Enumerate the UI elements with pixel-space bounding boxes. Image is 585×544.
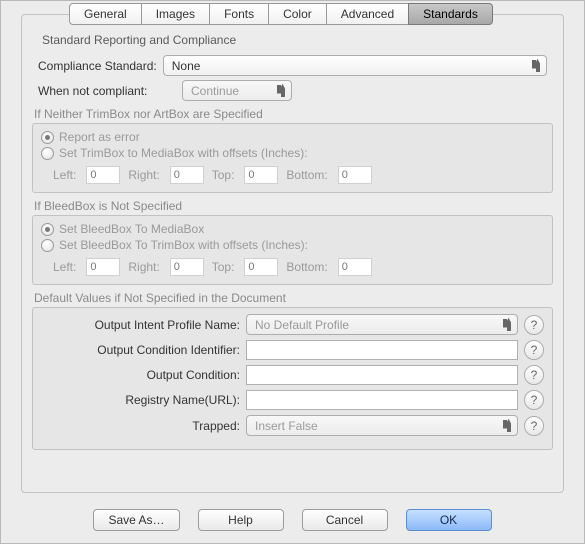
trimbox-left-label: Left:: [53, 168, 76, 182]
bleedbox-left-input[interactable]: [86, 258, 120, 276]
chevron-up-down-icon: ▲▼: [278, 83, 287, 97]
defaults-section-title: Default Values if Not Specified in the D…: [34, 291, 553, 305]
radio-report-as-error[interactable]: [41, 131, 54, 144]
when-not-compliant-select[interactable]: Continue ▲▼: [182, 80, 292, 101]
output-condition-id-label: Output Condition Identifier:: [41, 343, 246, 357]
tab-images[interactable]: Images: [141, 3, 210, 25]
output-condition-input[interactable]: [246, 365, 518, 385]
help-condition-button[interactable]: ?: [524, 365, 544, 385]
tab-fonts[interactable]: Fonts: [209, 3, 269, 25]
trimbox-left-input[interactable]: [86, 166, 120, 184]
help-registry-button[interactable]: ?: [524, 390, 544, 410]
radio-bleedbox-trimbox-label: Set BleedBox To TrimBox with offsets (In…: [59, 238, 308, 252]
bleedbox-right-input[interactable]: [170, 258, 204, 276]
trapped-value: Insert False: [255, 419, 318, 433]
radio-bleedbox-mediabox-label: Set BleedBox To MediaBox: [59, 222, 204, 236]
trapped-select[interactable]: Insert False ▲▼: [246, 415, 518, 436]
chevron-up-down-icon: ▲▼: [504, 317, 513, 331]
help-condition-id-button[interactable]: ?: [524, 340, 544, 360]
output-condition-id-input[interactable]: [246, 340, 518, 360]
bleedbox-panel: Set BleedBox To MediaBox Set BleedBox To…: [32, 215, 553, 285]
tab-standards[interactable]: Standards: [408, 3, 493, 25]
trapped-label: Trapped:: [41, 419, 246, 433]
trimbox-right-label: Right:: [128, 168, 159, 182]
group-title: Standard Reporting and Compliance: [38, 33, 240, 47]
radio-bleedbox-mediabox[interactable]: [41, 223, 54, 236]
bleedbox-section-title: If BleedBox is Not Specified: [34, 199, 553, 213]
trimbox-panel: Report as error Set TrimBox to MediaBox …: [32, 123, 553, 193]
trimbox-right-input[interactable]: [170, 166, 204, 184]
cancel-button[interactable]: Cancel: [302, 509, 388, 531]
help-trapped-button[interactable]: ?: [524, 416, 544, 436]
chevron-up-down-icon: ▲▼: [504, 418, 513, 432]
compliance-standard-value: None: [172, 59, 201, 73]
bleedbox-bottom-input[interactable]: [338, 258, 372, 276]
tab-bar: General Images Fonts Color Advanced Stan…: [69, 3, 524, 25]
bleedbox-top-label: Top:: [212, 260, 235, 274]
trimbox-top-input[interactable]: [244, 166, 278, 184]
bleedbox-left-label: Left:: [53, 260, 76, 274]
help-button[interactable]: Help: [198, 509, 284, 531]
trimbox-top-label: Top:: [212, 168, 235, 182]
standards-group: Standard Reporting and Compliance Compli…: [21, 14, 564, 493]
when-not-compliant-label: When not compliant:: [38, 84, 182, 98]
when-not-compliant-value: Continue: [191, 84, 239, 98]
button-bar: Save As… Help Cancel OK: [1, 509, 584, 531]
ok-button[interactable]: OK: [406, 509, 492, 531]
trimbox-section-title: If Neither TrimBox nor ArtBox are Specif…: [34, 107, 553, 121]
registry-name-input[interactable]: [246, 390, 518, 410]
help-profile-button[interactable]: ?: [524, 315, 544, 335]
compliance-standard-select[interactable]: None ▲▼: [163, 55, 547, 76]
output-intent-profile-value: No Default Profile: [255, 318, 349, 332]
output-intent-profile-label: Output Intent Profile Name:: [41, 318, 246, 332]
registry-name-label: Registry Name(URL):: [41, 393, 246, 407]
tab-advanced[interactable]: Advanced: [326, 3, 409, 25]
trimbox-bottom-label: Bottom:: [286, 168, 327, 182]
radio-set-trimbox-mediabox-label: Set TrimBox to MediaBox with offsets (In…: [59, 146, 308, 160]
bleedbox-top-input[interactable]: [244, 258, 278, 276]
compliance-standard-label: Compliance Standard:: [38, 59, 163, 73]
radio-report-as-error-label: Report as error: [59, 130, 140, 144]
preferences-window: General Images Fonts Color Advanced Stan…: [0, 0, 585, 544]
save-as-button[interactable]: Save As…: [93, 509, 179, 531]
tab-general[interactable]: General: [69, 3, 142, 25]
bleedbox-bottom-label: Bottom:: [286, 260, 327, 274]
bleedbox-right-label: Right:: [128, 260, 159, 274]
output-condition-label: Output Condition:: [41, 368, 246, 382]
chevron-up-down-icon: ▲▼: [533, 58, 542, 72]
tab-color[interactable]: Color: [268, 3, 327, 25]
radio-bleedbox-trimbox[interactable]: [41, 239, 54, 252]
radio-set-trimbox-mediabox[interactable]: [41, 147, 54, 160]
trimbox-bottom-input[interactable]: [338, 166, 372, 184]
output-intent-profile-select[interactable]: No Default Profile ▲▼: [246, 314, 518, 335]
defaults-panel: Output Intent Profile Name: No Default P…: [32, 307, 553, 450]
